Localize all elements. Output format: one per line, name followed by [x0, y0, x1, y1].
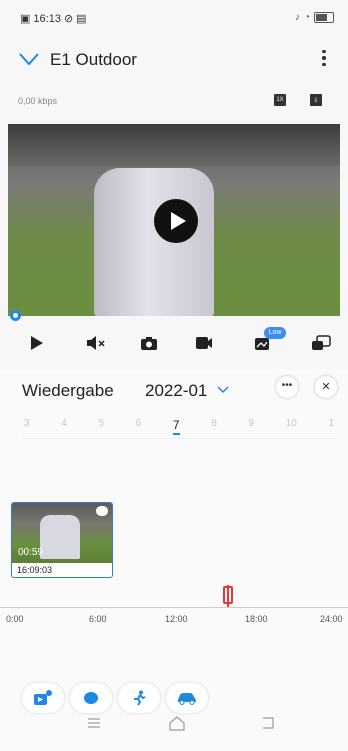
event-icon	[34, 690, 52, 705]
clip-start-time: 16:09:03	[17, 565, 53, 575]
motion-icon	[84, 692, 98, 704]
timeline-axis[interactable]	[0, 607, 348, 608]
more-icon: •••	[281, 380, 293, 391]
status-time: 16:13	[33, 12, 61, 25]
back-icon	[263, 717, 274, 729]
speed-icon[interactable]: 1X	[274, 94, 286, 106]
day-item[interactable]: 1	[328, 418, 334, 435]
stream-speed: 0,00 kbps	[18, 96, 58, 106]
menu-icon	[88, 718, 100, 728]
clip-thumbnail[interactable]: 00:59 16:09:03	[11, 502, 113, 578]
home-button[interactable]	[165, 711, 189, 735]
day-item[interactable]: 6	[136, 418, 142, 435]
timeline-tick: 0:00	[6, 614, 24, 624]
clip-duration: 00:59	[18, 547, 44, 558]
playback-title: Wiedergabe	[22, 381, 114, 400]
timeline-tick: 12:00	[165, 614, 188, 624]
filter-vehicle-chip[interactable]	[166, 683, 208, 713]
play-icon	[31, 336, 43, 350]
play-overlay-button[interactable]	[154, 199, 198, 243]
day-item-selected[interactable]: 7	[172, 418, 180, 435]
day-item[interactable]: 9	[248, 418, 254, 435]
day-divider	[22, 438, 336, 439]
vehicle-icon	[178, 693, 196, 705]
filter-motion-chip[interactable]	[70, 683, 112, 713]
wifi-icon: ◔	[303, 12, 310, 23]
close-icon: ✕	[321, 381, 331, 393]
record-icon	[196, 337, 212, 349]
timeline-tick: 18:00	[245, 614, 268, 624]
timeline-cursor[interactable]	[223, 585, 233, 607]
download-icon[interactable]: ⤓	[310, 94, 322, 106]
mute-status-icon: ♪	[294, 12, 300, 23]
home-icon	[169, 716, 185, 731]
video-player[interactable]	[8, 124, 340, 316]
filter-event-chip[interactable]	[22, 683, 64, 713]
screenshot-icon: ▣	[20, 13, 31, 25]
snapshot-button[interactable]	[138, 333, 160, 353]
collapse-chevron-icon[interactable]	[18, 52, 40, 66]
day-item[interactable]: 8	[211, 418, 217, 435]
record-button[interactable]	[193, 333, 215, 353]
battery-icon	[314, 12, 334, 23]
back-button[interactable]	[255, 711, 279, 735]
playback-date-selector[interactable]: 2022-01	[145, 381, 207, 401]
chevron-down-icon[interactable]	[217, 386, 229, 394]
low-quality-badge: Low	[264, 327, 286, 339]
day-item[interactable]: 5	[98, 418, 104, 435]
recent-apps-button[interactable]	[82, 711, 106, 735]
day-item[interactable]: 10	[286, 418, 297, 435]
more-menu-icon[interactable]	[318, 46, 330, 70]
timeline-tick: 24:00	[320, 614, 343, 624]
filter-person-chip[interactable]	[118, 683, 160, 713]
multi-view-icon	[312, 335, 331, 350]
multi-view-button[interactable]	[310, 333, 332, 353]
more-options-button[interactable]: •••	[276, 376, 298, 398]
alarm-icon: ⊘	[63, 13, 74, 25]
camera-icon	[141, 336, 157, 350]
day-selector: 3 4 5 6 7 8 9 10 1	[24, 418, 334, 435]
close-panel-button[interactable]: ✕	[315, 376, 337, 398]
notification-icon: ▤	[76, 13, 87, 25]
timeline-tick: 6:00	[89, 614, 107, 624]
video-frame-object	[94, 168, 214, 316]
day-item[interactable]: 4	[61, 418, 67, 435]
mute-icon	[87, 336, 105, 350]
day-item[interactable]: 3	[24, 418, 30, 435]
play-button[interactable]	[26, 333, 48, 353]
mute-button[interactable]	[85, 333, 107, 353]
playback-progress-handle[interactable]	[10, 310, 21, 321]
device-title: E1 Outdoor	[50, 50, 137, 69]
status-bar: ▣ 16:13 ⊘ ▤ ♪ ◔	[0, 0, 348, 36]
cloud-icon	[96, 506, 108, 516]
person-icon	[134, 690, 146, 706]
